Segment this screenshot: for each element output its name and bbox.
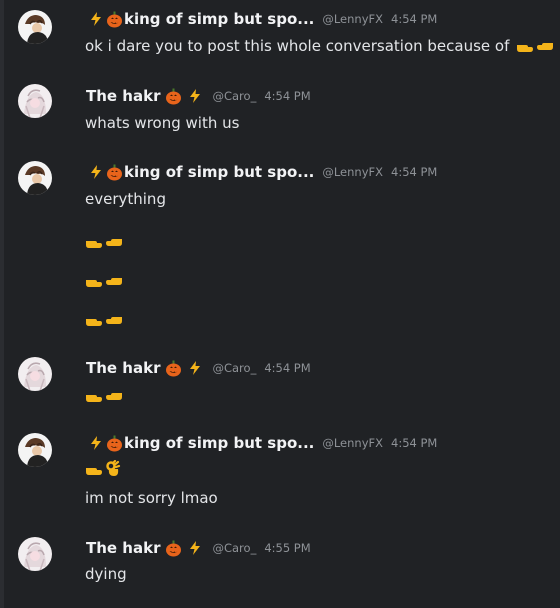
- message-group: king of simp but spo... @LennyFX 4:54 PM…: [0, 0, 560, 70]
- pumpkin-emoji-icon: [106, 435, 123, 452]
- username[interactable]: king of simp but spo...: [86, 163, 314, 181]
- user-avatar[interactable]: [18, 537, 52, 571]
- dark-haired-avatar-icon: [18, 161, 52, 195]
- message-group: king of simp but spo... @LennyFX 4:54 PM…: [0, 155, 560, 335]
- message-content: [85, 271, 550, 291]
- lightning-emoji-icon: [87, 164, 104, 181]
- message-content: [85, 458, 550, 480]
- pointing-hand-emoji-icon: [85, 461, 103, 477]
- message-text: whats wrong with us: [85, 114, 240, 132]
- pointing-hands-emoji-icon: [85, 388, 123, 404]
- pumpkin-emoji-icon: [165, 88, 182, 105]
- user-avatar[interactable]: [18, 10, 52, 44]
- message-content: [85, 310, 550, 330]
- user-avatar[interactable]: [18, 357, 52, 391]
- user-avatar[interactable]: [18, 84, 52, 118]
- user-handle: @Caro_: [212, 541, 257, 555]
- message-content: [85, 232, 550, 252]
- lightning-emoji-icon: [87, 11, 104, 28]
- dark-haired-avatar-icon: [18, 10, 52, 44]
- message-group: The hakr @Caro_ 4:54 PM whats wrong with…: [0, 80, 560, 150]
- user-avatar[interactable]: [18, 433, 52, 467]
- timestamp: 4:54 PM: [264, 361, 311, 375]
- user-avatar[interactable]: [18, 161, 52, 195]
- timestamp: 4:54 PM: [391, 12, 438, 26]
- user-handle: @LennyFX: [322, 436, 383, 450]
- username[interactable]: king of simp but spo...: [86, 434, 314, 452]
- pumpkin-emoji-icon: [165, 360, 182, 377]
- user-handle: @Caro_: [212, 89, 257, 103]
- ok-hand-emoji-icon: [104, 460, 121, 478]
- username[interactable]: The hakr: [86, 87, 204, 105]
- user-handle: @Caro_: [212, 361, 257, 375]
- pumpkin-emoji-icon: [106, 164, 123, 181]
- username[interactable]: The hakr: [86, 359, 204, 377]
- pumpkin-emoji-icon: [165, 540, 182, 557]
- timestamp: 4:54 PM: [391, 165, 438, 179]
- message-group: king of simp but spo... @LennyFX 4:54 PM…: [0, 425, 560, 520]
- pale-sketch-avatar-icon: [18, 84, 52, 118]
- user-handle: @LennyFX: [322, 12, 383, 26]
- username[interactable]: The hakr: [86, 539, 204, 557]
- message-text: dying: [85, 565, 127, 583]
- message-content: ok i dare you to post this whole convers…: [85, 35, 554, 57]
- username[interactable]: king of simp but spo...: [86, 10, 314, 28]
- pointing-hands-emoji-icon: [85, 234, 123, 250]
- pale-sketch-avatar-icon: [18, 537, 52, 571]
- message-content: [85, 386, 550, 406]
- lightning-emoji-icon: [186, 88, 203, 105]
- message-text: im not sorry lmao: [85, 489, 218, 507]
- pale-sketch-avatar-icon: [18, 357, 52, 391]
- pointing-hands-emoji-icon: [85, 273, 123, 289]
- timestamp: 4:54 PM: [391, 436, 438, 450]
- lightning-emoji-icon: [186, 360, 203, 377]
- message-group: The hakr @Caro_ 4:54 PM: [0, 350, 560, 420]
- timestamp: 4:54 PM: [264, 89, 311, 103]
- message-text: ok i dare you to post this whole convers…: [85, 37, 510, 55]
- lightning-emoji-icon: [186, 540, 203, 557]
- lightning-emoji-icon: [87, 435, 104, 452]
- dark-haired-avatar-icon: [18, 433, 52, 467]
- message-text: everything: [85, 190, 166, 208]
- user-handle: @LennyFX: [322, 165, 383, 179]
- message-group: The hakr @Caro_ 4:55 PM dying: [0, 530, 560, 600]
- timestamp: 4:55 PM: [264, 541, 311, 555]
- pointing-hands-emoji-icon: [516, 38, 554, 54]
- pointing-hands-emoji-icon: [85, 312, 123, 328]
- pumpkin-emoji-icon: [106, 11, 123, 28]
